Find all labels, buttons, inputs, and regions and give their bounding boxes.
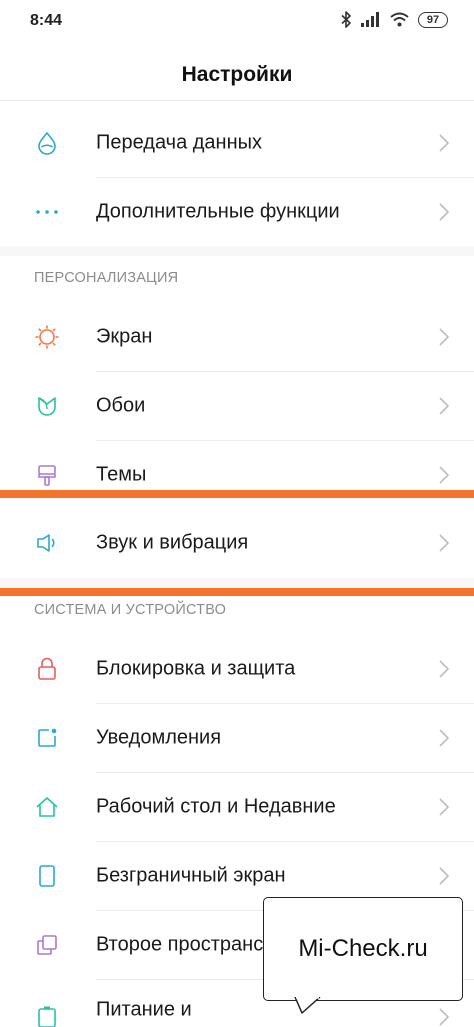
settings-item-lock[interactable]: Блокировка и защита bbox=[0, 634, 474, 703]
settings-item-additional[interactable]: Дополнительные функции bbox=[0, 177, 474, 246]
chevron-right-icon bbox=[439, 533, 450, 552]
row-label: Обои bbox=[96, 394, 146, 416]
row-label: Блокировка и защита bbox=[96, 657, 296, 679]
chevron-right-icon bbox=[439, 202, 450, 221]
bluetooth-icon bbox=[341, 11, 351, 28]
callout-tail bbox=[294, 997, 321, 1014]
highlight-top-line bbox=[0, 490, 474, 498]
row-label: Питание и bbox=[96, 998, 192, 1021]
chevron-right-icon bbox=[439, 1008, 450, 1026]
battery-power-icon bbox=[34, 1004, 60, 1027]
row-label: Звук и вибрация bbox=[96, 531, 249, 553]
data-usage-icon bbox=[34, 130, 60, 156]
second-space-icon bbox=[34, 932, 60, 958]
status-time: 8:44 bbox=[30, 12, 63, 29]
more-dots-icon bbox=[34, 199, 60, 225]
row-label: Передача данных bbox=[96, 131, 263, 153]
row-label: Темы bbox=[96, 463, 147, 486]
display-icon bbox=[34, 324, 60, 350]
section-gap bbox=[0, 578, 474, 588]
chevron-right-icon bbox=[439, 797, 450, 816]
settings-item-home-screen[interactable]: Рабочий стол и Недавние bbox=[0, 772, 474, 841]
watermark-text: Mi-Check.ru bbox=[298, 935, 428, 962]
row-label: Безграничный экран bbox=[96, 864, 286, 886]
status-icons: 97 bbox=[341, 11, 448, 28]
highlight-bottom-line bbox=[0, 588, 474, 596]
battery-icon: 97 bbox=[418, 11, 448, 28]
status-bar: 8:44 97 bbox=[0, 0, 474, 44]
row-label: Дополнительные функции bbox=[96, 200, 340, 222]
chevron-right-icon bbox=[439, 133, 450, 152]
wifi-icon bbox=[390, 12, 409, 27]
row-label: Экран bbox=[96, 325, 153, 347]
signal-icon bbox=[361, 12, 379, 27]
fullscreen-icon bbox=[34, 863, 60, 889]
row-label: Уведомления bbox=[96, 726, 222, 748]
chevron-right-icon bbox=[439, 327, 450, 346]
lock-icon bbox=[34, 656, 60, 682]
settings-item-wallpaper[interactable]: Обои bbox=[0, 371, 474, 440]
header: Настройки bbox=[0, 50, 474, 101]
chevron-right-icon bbox=[439, 728, 450, 747]
settings-item-notifications[interactable]: Уведомления bbox=[0, 703, 474, 772]
row-label: Рабочий стол и Недавние bbox=[96, 795, 336, 817]
settings-item-sound[interactable]: Звук и вибрация bbox=[0, 508, 474, 577]
chevron-right-icon bbox=[439, 866, 450, 885]
chevron-right-icon bbox=[439, 396, 450, 415]
settings-item-display[interactable]: Экран bbox=[0, 302, 474, 371]
themes-icon bbox=[34, 462, 60, 488]
page-title: Настройки bbox=[181, 63, 293, 86]
home-icon bbox=[34, 794, 60, 820]
section-gap bbox=[0, 246, 474, 256]
sound-icon bbox=[34, 530, 60, 556]
chevron-right-icon bbox=[439, 466, 450, 484]
section-header-personalization: ПЕРСОНАЛИЗАЦИЯ bbox=[34, 270, 179, 286]
notifications-icon bbox=[34, 725, 60, 751]
section-header-system: СИСТЕМА И УСТРОЙСТВО bbox=[34, 602, 227, 618]
settings-item-data-usage[interactable]: Передача данных bbox=[0, 108, 474, 177]
settings-item-themes[interactable]: Темы bbox=[0, 440, 474, 492]
chevron-right-icon bbox=[439, 659, 450, 678]
wallpaper-icon bbox=[34, 393, 60, 419]
watermark-callout: Mi-Check.ru bbox=[263, 897, 463, 1001]
